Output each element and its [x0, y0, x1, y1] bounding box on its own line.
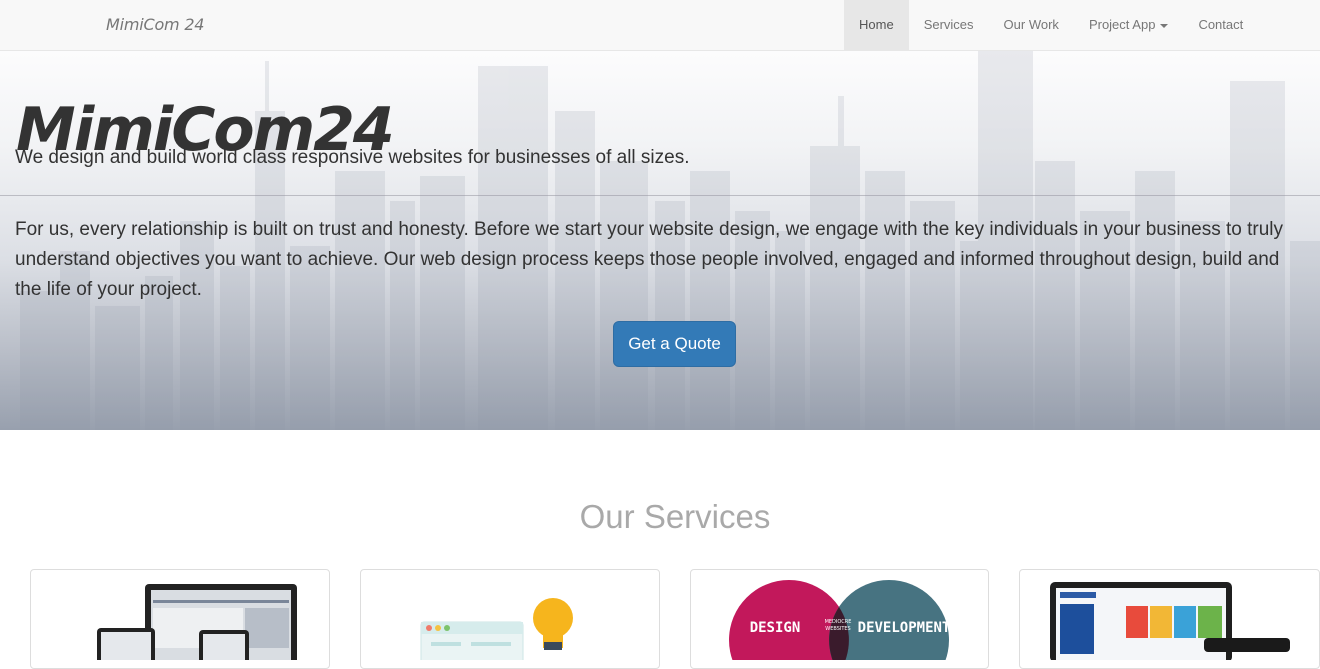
hero-description-line: the life of your project. [15, 279, 202, 300]
nav-our-work[interactable]: Our Work [989, 0, 1074, 50]
nav-project-app[interactable]: Project App [1074, 0, 1184, 50]
hero-jumbotron: MimiCom24 We design and build world clas… [0, 51, 1320, 430]
hero-description-line: understand objectives you want to achiev… [15, 249, 1280, 270]
service-card-ideas[interactable] [360, 569, 660, 669]
website-devices-image [1050, 582, 1290, 660]
service-card-design-development[interactable]: DESIGN DEVELOPMENT MEDIOCRE WEBSITES [690, 569, 989, 669]
hero-divider [0, 195, 1320, 196]
nav-project-app-label: Project App [1088, 17, 1156, 32]
nav-services[interactable]: Services [909, 0, 989, 50]
hero-description-line: For us, every relationship is built on t… [15, 219, 1284, 240]
browser-lightbulb-image [420, 598, 573, 660]
hero-description: For us, every relationship is built on t… [15, 215, 1320, 305]
main-nav: Home Services Our Work Project App Conta… [844, 0, 1258, 50]
brand-logo[interactable]: MimiCom 24 [106, 15, 204, 34]
caret-down-icon [1160, 23, 1169, 28]
responsive-devices-image [97, 584, 297, 660]
venn-middle-label-1: MEDIOCRE [825, 619, 852, 625]
nav-contact[interactable]: Contact [1183, 0, 1258, 50]
service-card-websites[interactable] [1019, 569, 1320, 669]
services-heading: Our Services [579, 498, 771, 535]
venn-design-label: DESIGN [750, 620, 801, 636]
design-development-venn-image: DESIGN DEVELOPMENT MEDIOCRE WEBSITES [729, 580, 951, 660]
service-card-responsive[interactable] [30, 569, 330, 669]
get-quote-button[interactable]: Get a Quote [613, 321, 736, 367]
nav-home[interactable]: Home [844, 0, 909, 50]
venn-development-label: DEVELOPMENT [858, 620, 951, 636]
hero-tagline: We design and build world class responsi… [15, 147, 690, 168]
venn-middle-label-2: WEBSITES [825, 626, 850, 632]
top-navbar: MimiCom 24 Home Services Our Work Projec… [0, 0, 1320, 51]
